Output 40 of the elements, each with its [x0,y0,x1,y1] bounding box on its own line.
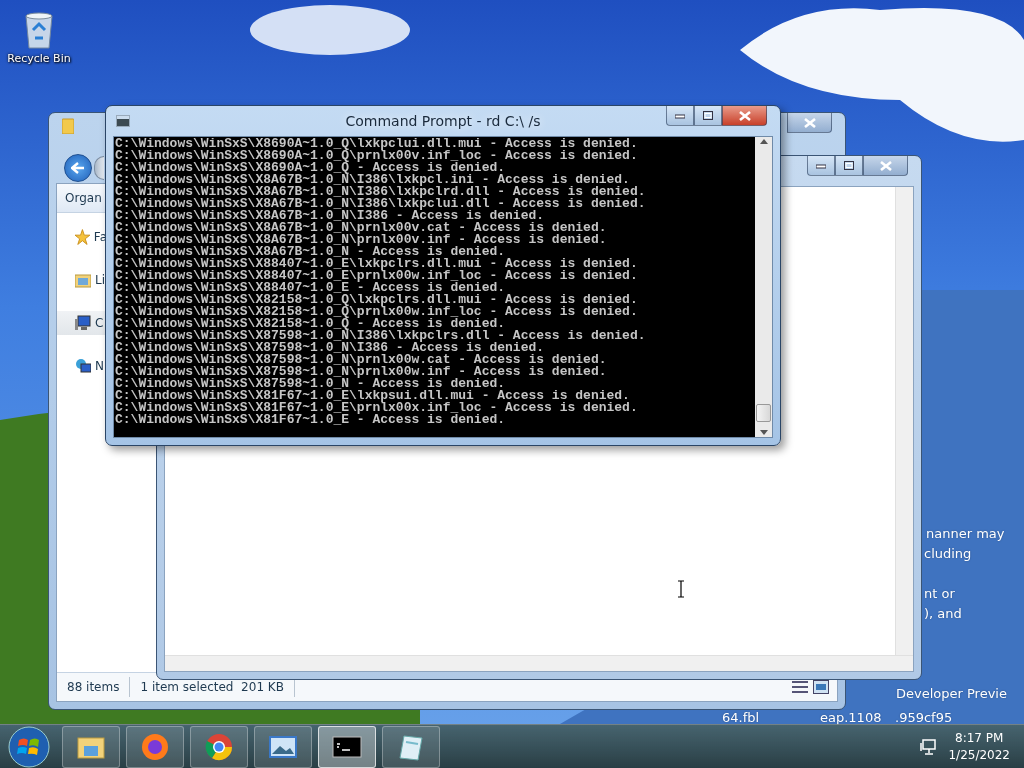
wallpaper-text: .959cf95 [895,710,953,725]
console-line: C:\Windows\WinSxS\X8A67B~1.0_N\prnlx00v.cat - Access is denied. [115,222,608,234]
console-line: C:\Windows\WinSxS\X88407~1.0_E\prnlx00w.inf_loc - Access is denied. [115,270,639,282]
clock[interactable]: 8:17 PM 1/25/2022 [948,729,1010,764]
console-line: C:\Windows\WinSxS\X88407~1.0_E\lxkpclrs.dll.mui - Access is denied. [115,258,639,270]
sidebar-item[interactable]: N [57,354,107,378]
console-line: C:\Windows\WinSxS\X87598~1.0_N\prnlx00w.cat - Access is denied. [115,354,608,366]
console-line: C:\Windows\WinSxS\X8A67B~1.0_N\I386\lxkpclui.dll - Access is denied. [115,198,647,210]
desktop-icon[interactable]: Recycle Bin [4,8,74,65]
console-line: C:\Windows\WinSxS\X8A67B~1.0_N - Access is denied. [115,246,506,258]
wallpaper-text: nt or [924,586,955,601]
wallpaper-text: cluding [924,546,972,561]
sidebar-item[interactable]: Li [57,268,107,292]
item-count: 88 items [57,677,131,697]
console-line: C:\Windows\WinSxS\X8690A~1.0_Q\lxkpclui.dll.mui - Access is denied. [115,138,639,150]
wallpaper-text: eap.1108 [820,710,882,725]
console-line: C:\Windows\WinSxS\X82158~1.0_Q\prnlx00w.inf_loc - Access is denied. [115,306,639,318]
console-line: C:\Windows\WinSxS\X87598~1.0_N\prnlx00w.inf - Access is denied. [115,366,608,378]
console-line: C:\Windows\WinSxS\X81F67~1.0_E - Access is denied. [115,414,507,426]
console-line: C:\Windows\WinSxS\X8690A~1.0_Q - Access is denied. [115,162,506,174]
console-line: C:\Windows\WinSxS\X82158~1.0_Q - Access is denied. [115,318,507,330]
console-line: C:\Windows\WinSxS\X8A67B~1.0_N\I386\lxkpcl.ini - Access is denied. [115,174,630,186]
sidebar-item[interactable]: C [57,311,107,335]
wallpaper-text: 64.fbl [722,710,760,725]
console-line: C:\Windows\WinSxS\X8690A~1.0_Q\prnlx00v.inf_loc - Access is denied. [115,150,639,162]
toolbar-button[interactable]: Organ [65,191,102,205]
console-line: C:\Windows\WinSxS\X8A67B~1.0_N\I386 - Access is denied. [115,210,546,222]
console-line: C:\Windows\WinSxS\X88407~1.0_E - Access is denied. [115,282,506,294]
console-line: C:\Windows\WinSxS\X8A67B~1.0_N\prnlx00v.inf - Access is denied. [115,234,608,246]
console-line: C:\Windows\WinSxS\X87598~1.0_N\I386 - Access is denied. [115,342,546,354]
console-line: C:\Windows\WinSxS\X81F67~1.0_E\lxkpsui.dll.mui - Access is denied. [115,390,630,402]
wallpaper-text: Developer Previe [896,686,1007,701]
wallpaper-text: ), and [924,606,962,621]
console-line: C:\Windows\WinSxS\X87598~1.0_N\I386\lxkpclrs.dll - Access is denied. [115,330,647,342]
console-line: C:\Windows\WinSxS\X87598~1.0_N - Access is denied. [115,378,506,390]
wallpaper-text: nanner may [926,526,1005,541]
console-line: C:\Windows\WinSxS\X8A67B~1.0_N\I386\lxkpclrd.dll - Access is denied. [115,186,647,198]
window-title: Command Prompt - rd C:\ /s [345,113,541,129]
console-line: C:\Windows\WinSxS\X81F67~1.0_E\prnlx00x.inf_loc - Access is denied. [115,402,639,414]
console-line: C:\Windows\WinSxS\X82158~1.0_Q\lxkpclrs.dll.mui - Access is denied. [115,294,639,306]
